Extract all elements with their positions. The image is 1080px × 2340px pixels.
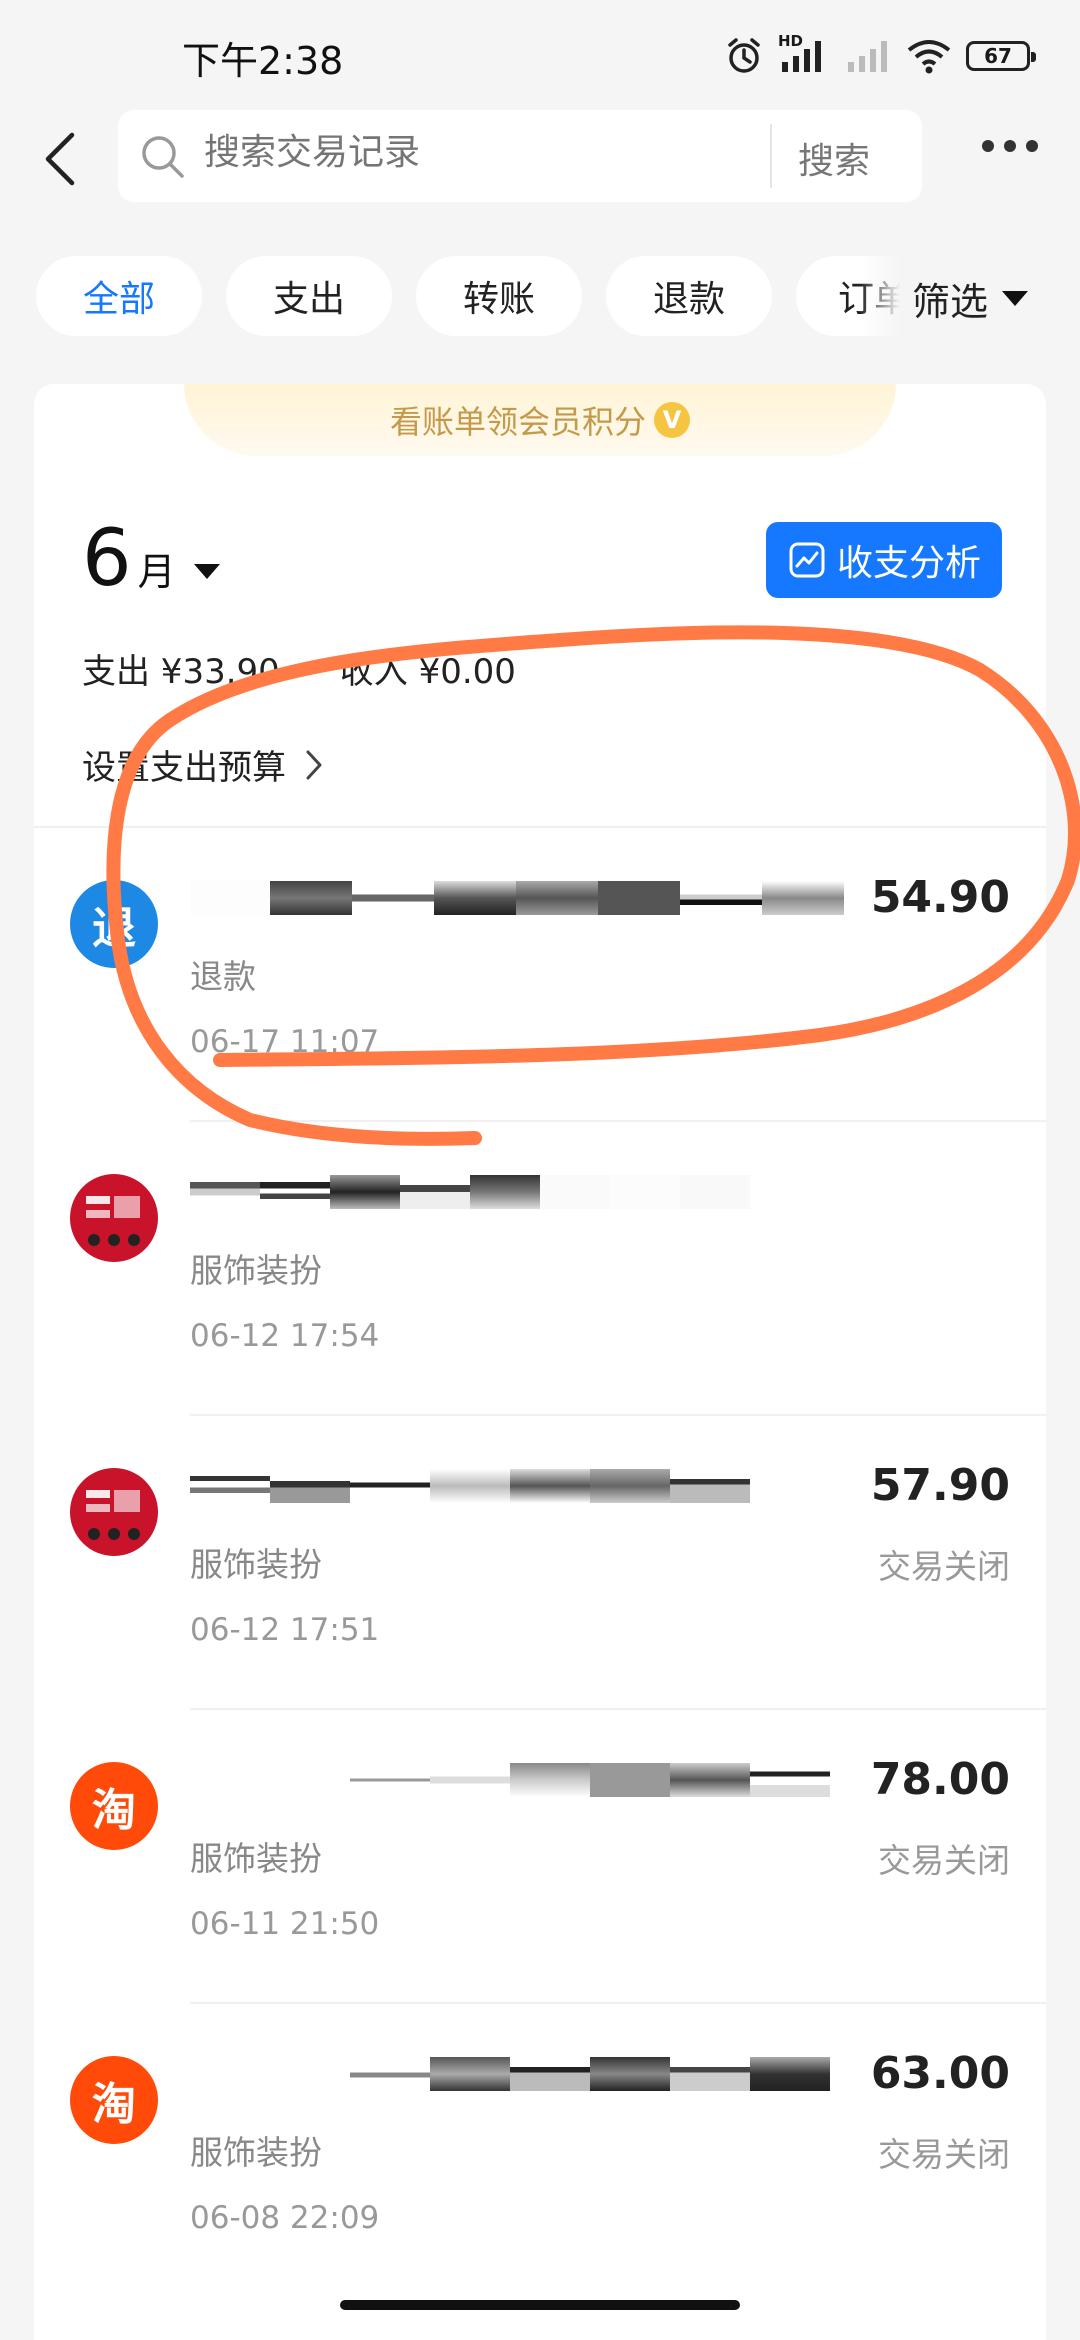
month-summary: 支出 ¥33.90 收入 ¥0.00 — [82, 644, 516, 693]
taobao-avatar-icon: 淘 — [70, 1762, 158, 1850]
chip-expense[interactable]: 支出 — [226, 256, 392, 336]
more-dot — [982, 140, 994, 152]
transaction-time: 06-08 22:09 — [190, 2200, 380, 2236]
search-divider — [770, 124, 772, 188]
transaction-time: 06-12 17:51 — [190, 1612, 380, 1648]
transaction-time: 06-12 17:54 — [190, 1318, 380, 1354]
filter-fade — [860, 256, 900, 340]
member-points-banner[interactable]: 看账单领会员积分 V — [184, 384, 896, 456]
back-button[interactable] — [30, 124, 90, 194]
more-dot — [1026, 140, 1038, 152]
chevron-left-icon — [45, 132, 75, 186]
transaction-status: 交易关闭 — [878, 1547, 1010, 1586]
redacted-title — [190, 1760, 910, 1800]
filter-button[interactable]: 筛选 — [900, 256, 1080, 340]
caret-down-icon — [1002, 290, 1029, 306]
more-button[interactable] — [982, 140, 1038, 152]
battery-icon: 67 — [966, 41, 1036, 71]
analysis-button[interactable]: 收支分析 — [766, 522, 1002, 598]
month-number: 6 — [82, 514, 132, 604]
redacted-title — [190, 1466, 910, 1506]
month-selector[interactable]: 6 月 — [82, 514, 220, 604]
filter-label: 筛选 — [912, 279, 989, 324]
transaction-amount: 63.00 — [870, 2048, 1010, 2099]
tmall-avatar-icon — [70, 1468, 158, 1556]
transaction-category: 服饰装扮 — [190, 1545, 322, 1584]
transaction-row[interactable]: 服饰装扮 06-12 17:51 57.90 交易关闭 — [34, 1416, 1046, 1710]
search-box[interactable]: 搜索 — [118, 110, 922, 202]
transaction-amount: 78.00 — [870, 1754, 1010, 1805]
chip-all[interactable]: 全部 — [36, 256, 202, 336]
alarm-icon — [728, 38, 760, 73]
transaction-time: 06-17 11:07 — [190, 1024, 380, 1060]
search-button[interactable]: 搜索 — [798, 132, 870, 184]
redacted-title — [190, 878, 910, 918]
caret-down-icon — [193, 564, 220, 579]
transaction-row[interactable]: 服饰装扮 06-12 17:54 — [34, 1122, 1046, 1416]
signal-icon: HD — [778, 32, 830, 76]
transaction-category: 服饰装扮 — [190, 1251, 322, 1290]
chip-refund[interactable]: 退款 — [606, 256, 772, 336]
chip-transfer[interactable]: 转账 — [416, 256, 582, 336]
more-dot — [1004, 140, 1016, 152]
transaction-amount: 57.90 — [870, 1460, 1010, 1511]
trend-chart-icon — [789, 542, 825, 578]
transaction-category: 服饰装扮 — [190, 1839, 322, 1878]
bill-card: 看账单领会员积分 V 6 月 收支分析 支出 ¥33.90 收入 ¥0.00 设… — [34, 384, 1046, 2340]
transaction-status: 交易关闭 — [878, 2135, 1010, 2174]
set-budget-link[interactable]: 设置支出预算 — [82, 740, 324, 789]
transaction-row[interactable]: 淘 服饰装扮 06-08 22:09 63.00 交易关闭 — [34, 2004, 1046, 2298]
filter-chips: 全部 支出 转账 退款 订单 筛选 — [0, 256, 1080, 340]
refund-avatar-icon: 退 — [70, 880, 158, 968]
banner-text: 看账单领会员积分 — [389, 403, 646, 441]
status-icons: HD 67 — [724, 32, 1036, 76]
income-total: 收入 ¥0.00 — [339, 652, 516, 692]
wifi-icon — [907, 40, 951, 74]
transaction-category: 退款 — [190, 957, 256, 996]
vip-icon: V — [654, 402, 690, 438]
redacted-title — [190, 2054, 910, 2094]
status-time: 下午2:38 — [182, 39, 344, 83]
transaction-status: 交易关闭 — [878, 1841, 1010, 1880]
transaction-category: 服饰装扮 — [190, 2133, 322, 2172]
chevron-right-icon — [306, 750, 322, 779]
search-input[interactable] — [204, 132, 764, 173]
expense-total: 支出 ¥33.90 — [82, 652, 280, 692]
analysis-label: 收支分析 — [836, 543, 981, 584]
transaction-row[interactable]: 退 退款 06-17 11:07 54.90 — [34, 828, 1046, 1122]
transaction-amount: 54.90 — [870, 872, 1010, 923]
status-bar: 下午2:38 HD 67 — [0, 0, 1080, 110]
redacted-title — [190, 1172, 910, 1212]
header: 搜索 — [0, 110, 1080, 210]
month-unit: 月 — [137, 550, 176, 594]
tmall-avatar-icon — [70, 1174, 158, 1262]
taobao-avatar-icon: 淘 — [70, 2056, 158, 2144]
signal-off-icon — [848, 41, 887, 72]
transaction-row[interactable]: 淘 服饰装扮 06-11 21:50 78.00 交易关闭 — [34, 1710, 1046, 2004]
transaction-time: 06-11 21:50 — [190, 1906, 380, 1942]
search-icon — [142, 136, 184, 178]
home-indicator[interactable] — [340, 2300, 740, 2310]
budget-label: 设置支出预算 — [82, 748, 286, 788]
